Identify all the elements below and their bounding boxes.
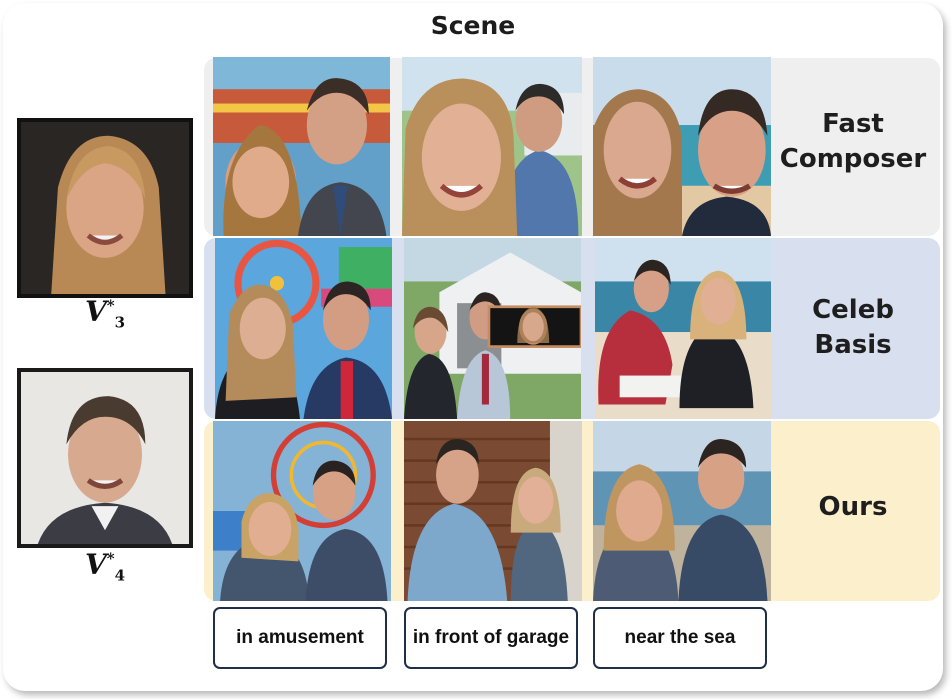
- image-ours-sea: [593, 421, 771, 601]
- reference-label-v4: V*4: [85, 548, 126, 585]
- reference-photo-v4: [17, 368, 193, 548]
- reference-photo-v3: [17, 118, 193, 298]
- image-celebbasis-garage: [404, 238, 581, 419]
- row-label-fastcomposer: Fast Composer: [779, 109, 927, 175]
- prompt-in-amusement: in amusement: [213, 607, 387, 669]
- image-fastcomposer-amusement: [213, 57, 390, 236]
- row-label-celebbasis: Celeb Basis: [812, 295, 894, 361]
- row-label-ours: Ours: [818, 492, 888, 522]
- image-fastcomposer-garage: [402, 57, 582, 236]
- image-ours-garage: [404, 421, 582, 601]
- image-fastcomposer-sea: [593, 57, 771, 236]
- prompt-in-front-of-garage: in front of garage: [404, 607, 578, 669]
- reference-label-v3: V*3: [85, 295, 126, 332]
- image-ours-amusement: [213, 421, 391, 601]
- figure-panel: Scene Fast Composer Celeb Basis Ours V*3…: [3, 3, 943, 691]
- scene-title: Scene: [430, 11, 516, 40]
- image-celebbasis-amusement: [215, 238, 392, 419]
- prompt-near-the-sea: near the sea: [593, 607, 767, 669]
- image-celebbasis-sea: [595, 238, 771, 419]
